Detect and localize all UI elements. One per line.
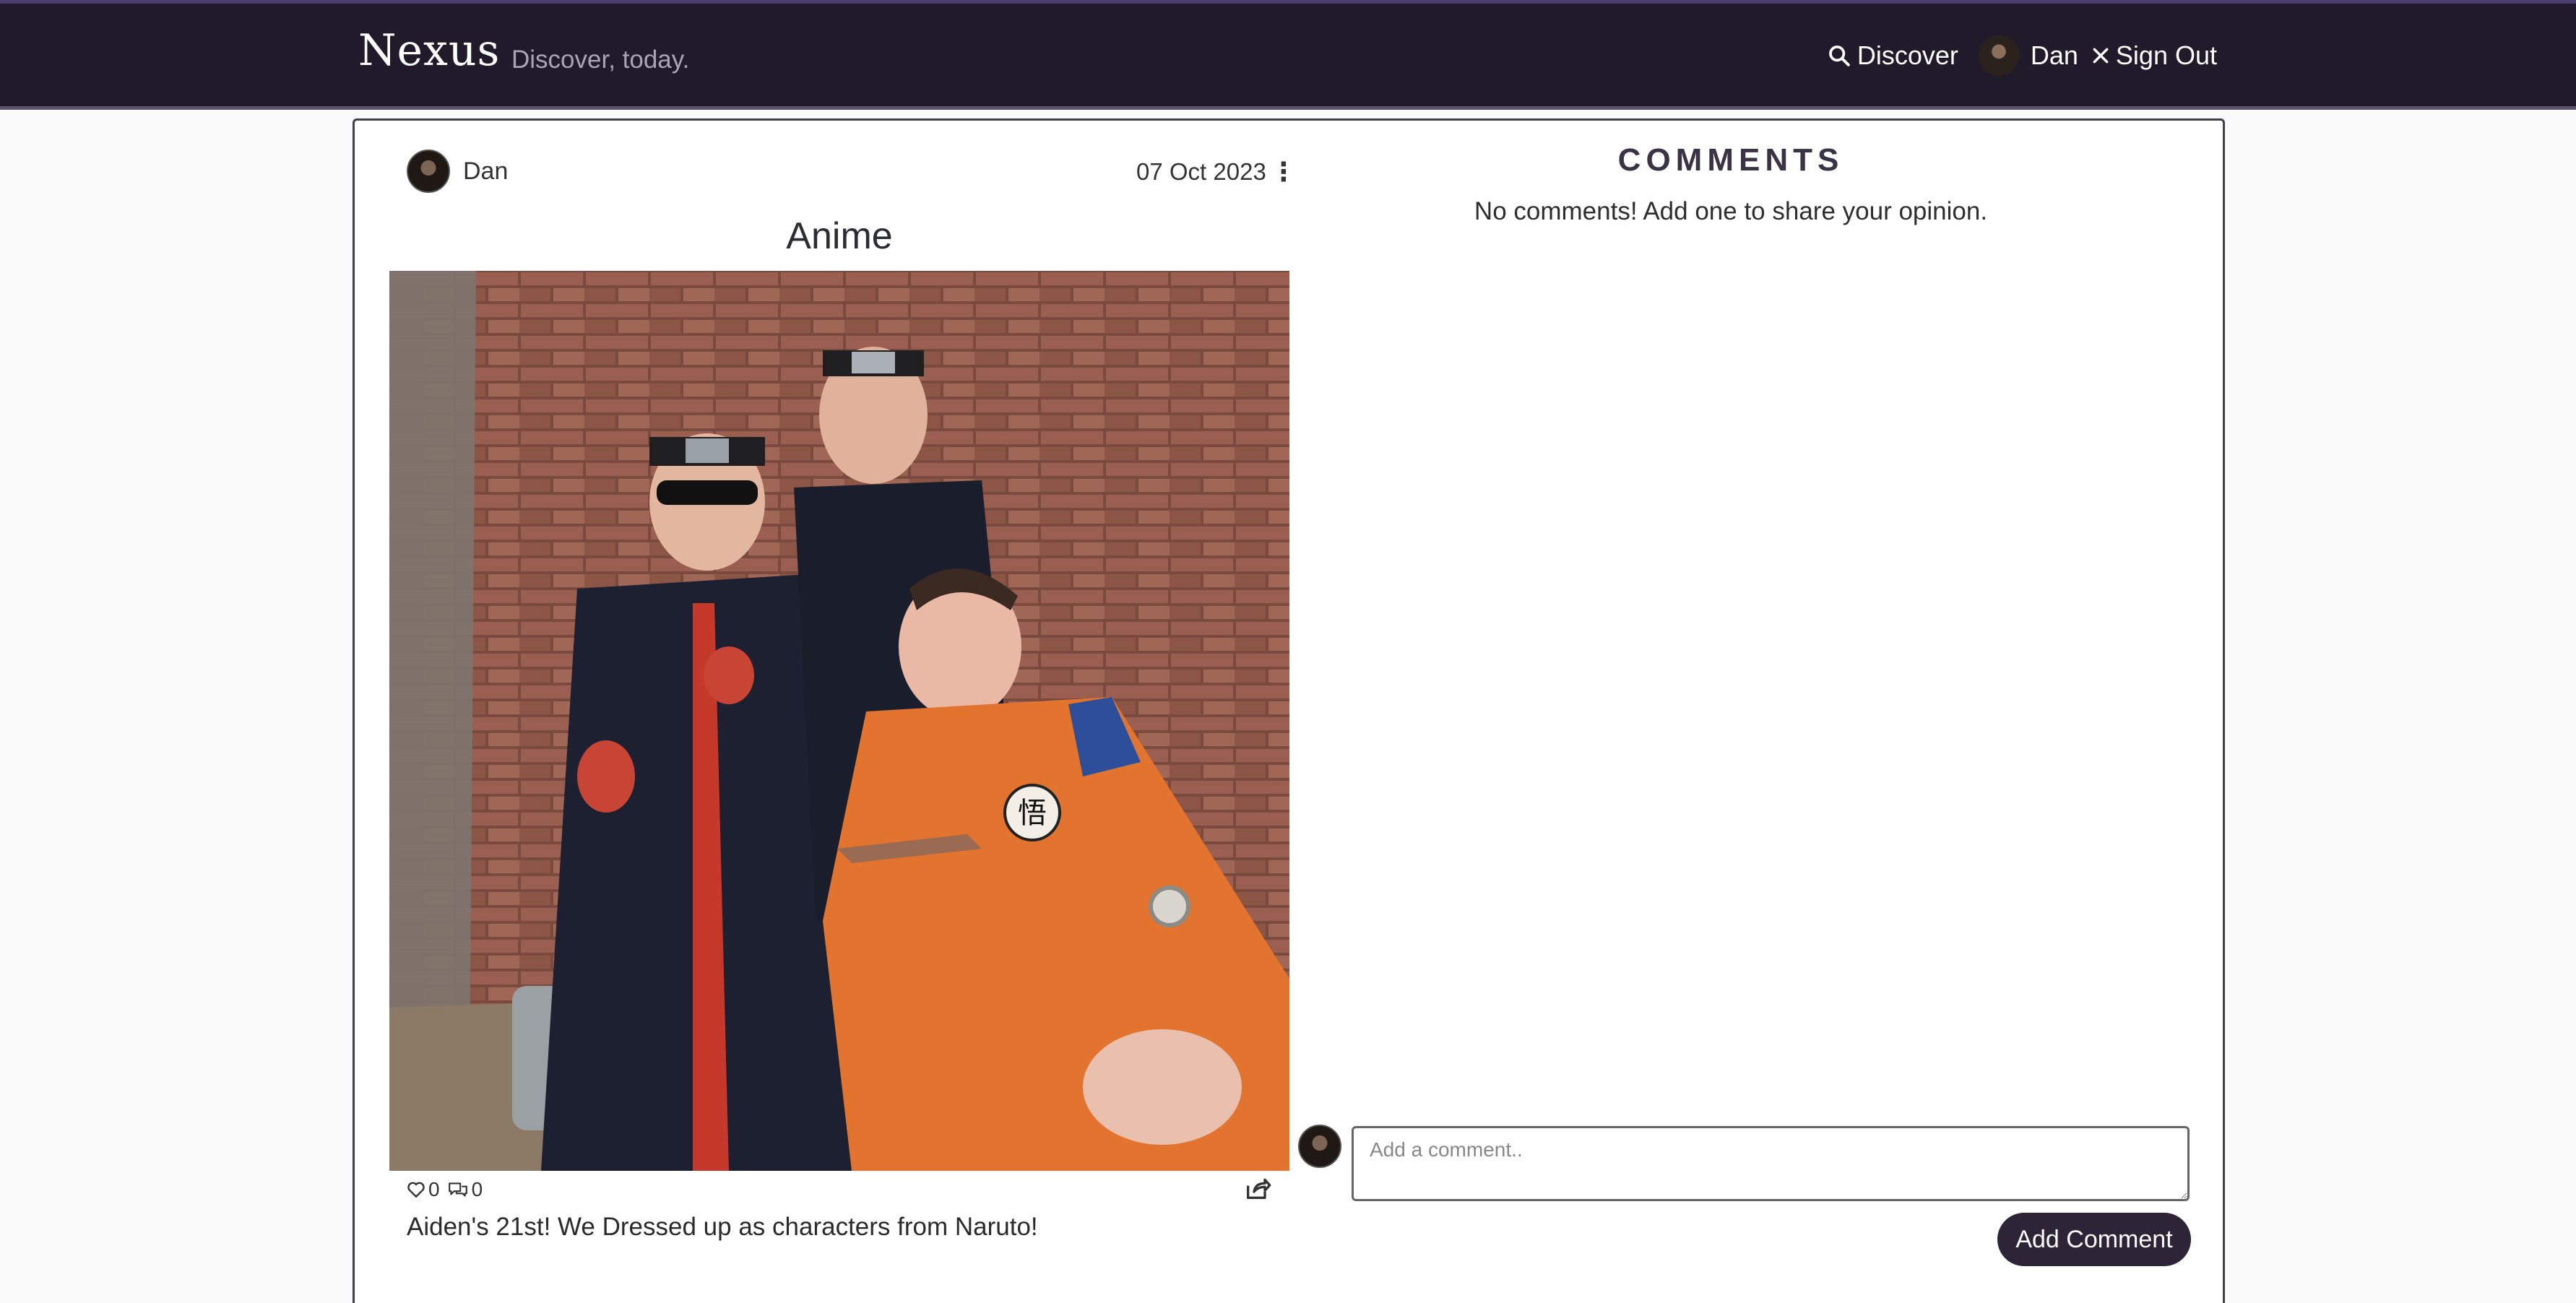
comments-heading: COMMENTS xyxy=(1617,142,1844,178)
heart-icon xyxy=(407,1182,425,1198)
brand-tagline: Discover, today. xyxy=(511,46,690,74)
sign-out-link[interactable]: Sign Out xyxy=(2091,40,2217,71)
post-author[interactable]: Dan xyxy=(407,150,508,193)
like-button[interactable]: 0 xyxy=(407,1178,440,1201)
avatar xyxy=(1978,35,2019,76)
sign-out-label: Sign Out xyxy=(2115,40,2217,70)
like-count: 0 xyxy=(428,1178,440,1200)
top-navbar: Nexus Discover, today. Discover Dan Sign… xyxy=(0,0,2576,110)
search-icon xyxy=(1828,46,1850,66)
svg-text:悟: 悟 xyxy=(1018,797,1047,830)
author-name: Dan xyxy=(463,157,509,185)
post-date: 07 Oct 2023 ⋮ xyxy=(1136,158,1297,186)
more-options-icon[interactable]: ⋮ xyxy=(1271,159,1297,185)
post-card: Dan 07 Oct 2023 ⋮ Anime 悟 0 0 Aiden's 21… xyxy=(353,118,2225,1303)
post-date-text: 07 Oct 2023 xyxy=(1136,158,1266,185)
post-title: Anime xyxy=(786,215,893,257)
brand-logo[interactable]: Nexus xyxy=(358,25,500,76)
post-photo[interactable]: 悟 xyxy=(389,271,1289,1171)
avatar xyxy=(1298,1125,1341,1168)
comment-icon xyxy=(448,1182,467,1197)
post-caption: Aiden's 21st! We Dressed up as character… xyxy=(407,1213,1038,1241)
share-button[interactable] xyxy=(1243,1174,1272,1206)
profile-link[interactable]: Dan xyxy=(1978,35,2078,76)
comment-count-button[interactable]: 0 xyxy=(447,1178,483,1201)
comment-count: 0 xyxy=(471,1178,483,1200)
discover-label: Discover xyxy=(1857,40,1958,70)
post-reactions: 0 0 xyxy=(407,1178,483,1201)
add-comment-button[interactable]: Add Comment xyxy=(1997,1213,2191,1266)
nav-actions: Discover Dan Sign Out xyxy=(1827,35,2217,76)
discover-link[interactable]: Discover xyxy=(1827,40,1958,71)
close-icon xyxy=(2093,48,2109,64)
profile-name: Dan xyxy=(2030,40,2078,70)
share-icon xyxy=(1247,1178,1271,1199)
avatar xyxy=(407,150,450,193)
empty-comments-text: No comments! Add one to share your opini… xyxy=(1474,197,1988,225)
comment-input[interactable] xyxy=(1352,1126,2190,1201)
